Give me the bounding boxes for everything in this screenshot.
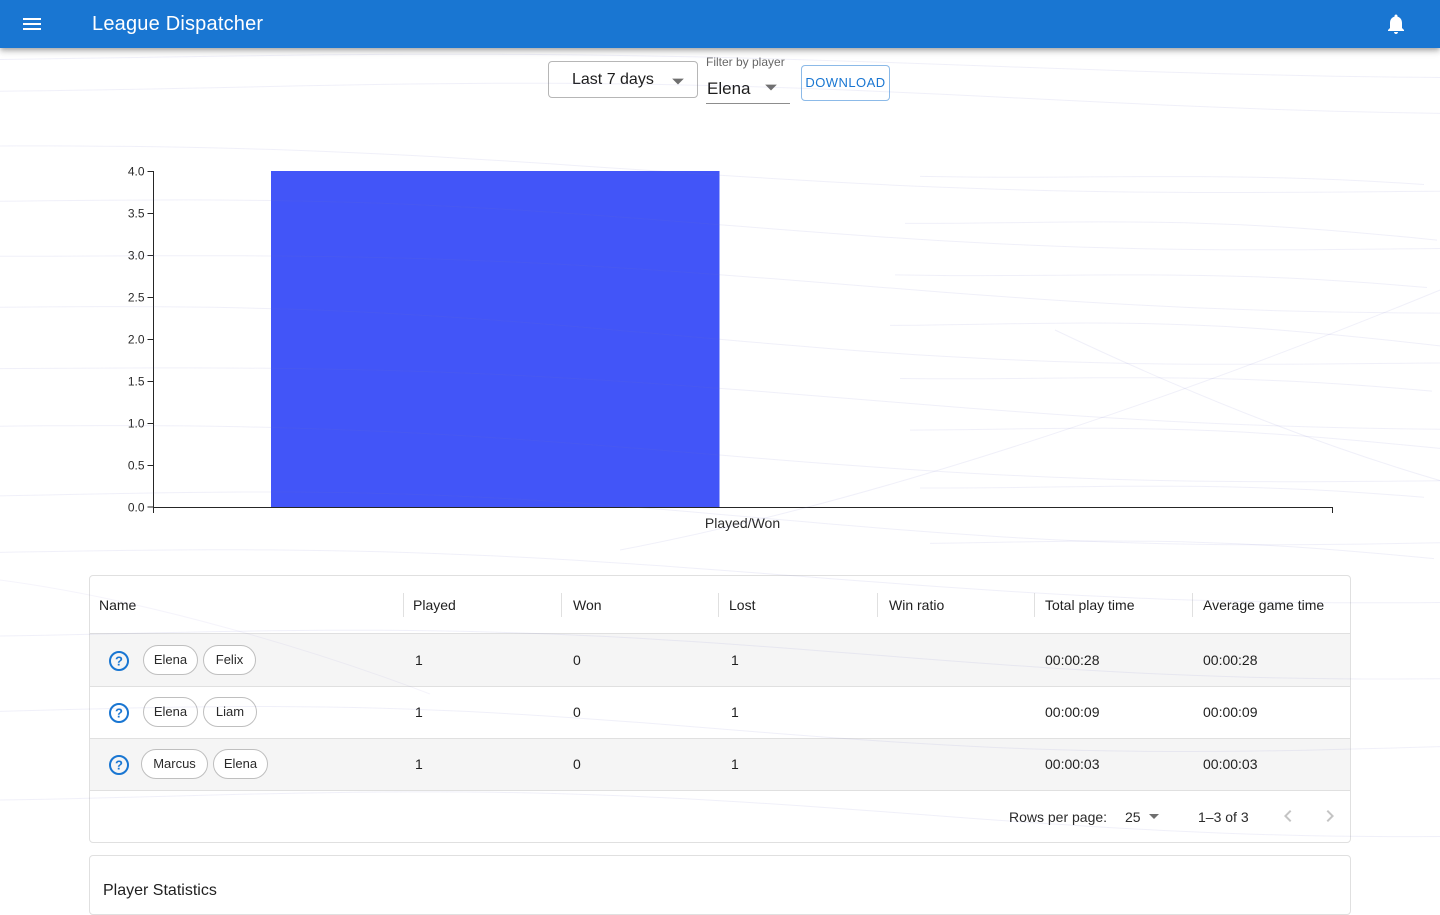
svg-text:3.0: 3.0 <box>128 249 145 263</box>
svg-text:1.5: 1.5 <box>128 375 145 389</box>
svg-text:3.5: 3.5 <box>128 207 145 221</box>
svg-text:2.5: 2.5 <box>128 291 145 305</box>
svg-text:2.0: 2.0 <box>128 333 145 347</box>
svg-text:4.0: 4.0 <box>128 165 145 179</box>
svg-text:Played/Won: Played/Won <box>705 515 780 531</box>
svg-text:?: ? <box>115 706 123 721</box>
svg-text:0.5: 0.5 <box>128 459 145 473</box>
svg-text:?: ? <box>115 758 123 773</box>
svg-text:?: ? <box>115 654 123 669</box>
svg-text:0.0: 0.0 <box>128 501 145 515</box>
svg-text:1.0: 1.0 <box>128 417 145 431</box>
